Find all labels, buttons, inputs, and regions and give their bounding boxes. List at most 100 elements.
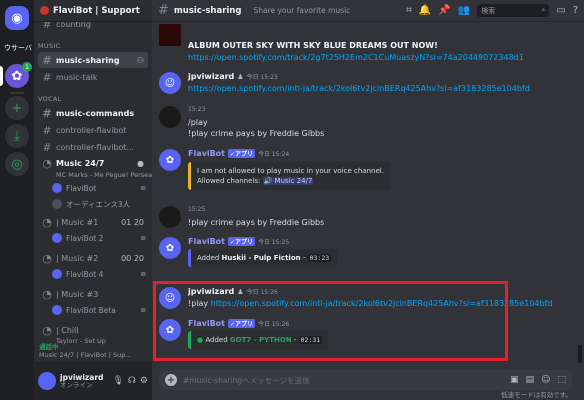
- add-member-icon[interactable]: ⚇: [137, 56, 144, 65]
- user-count: 00 20: [121, 253, 144, 263]
- voice-channel-music2[interactable]: ◔ | Music #2 00 20: [38, 250, 148, 266]
- channel-music-talk[interactable]: # music-talk: [38, 69, 148, 85]
- avatar: [52, 183, 62, 193]
- headphones-icon: [52, 199, 62, 209]
- pin-icon[interactable]: 📌: [438, 5, 450, 16]
- mute-icon[interactable]: 🎙: [112, 376, 123, 386]
- highlight-box: [153, 281, 508, 361]
- channel-topic[interactable]: Share your favorite music: [246, 6, 350, 15]
- embed: I am not allowed to play music in your v…: [188, 162, 390, 191]
- download-icon[interactable]: ⤓: [5, 124, 29, 148]
- flavibot-avatar[interactable]: ✿: [159, 149, 181, 171]
- headphones-icon[interactable]: ☊: [128, 376, 136, 386]
- voice-user[interactable]: FlaviBot 2 ⊘: [52, 231, 146, 245]
- embed-text: I am not allowed to play music in your v…: [197, 167, 384, 175]
- search-placeholder: 検索: [481, 6, 496, 15]
- voice-audience[interactable]: オーディエンス3人: [52, 197, 146, 211]
- gif-icon[interactable]: ▣: [510, 375, 519, 385]
- voice-channel-label: | Chill: [56, 325, 79, 335]
- gear-icon[interactable]: ⚙: [140, 376, 148, 386]
- voice-user[interactable]: FlaviBot ⊘: [52, 181, 146, 195]
- flavibot-avatar[interactable]: ✿: [159, 237, 181, 259]
- message-author[interactable]: jpviwizard ♟ 今日 15:23: [188, 72, 278, 81]
- discord-home-icon[interactable]: ◉: [5, 6, 29, 30]
- speaker-icon: ◔: [42, 215, 52, 229]
- voice-user[interactable]: FlaviBot 4 ⊘: [52, 267, 146, 281]
- message-author[interactable]: 15:25: [188, 206, 205, 213]
- user-names[interactable]: jpviwizard オンライン: [60, 373, 108, 390]
- threads-icon[interactable]: ⌗: [406, 5, 412, 16]
- message-text: !play crime pays by Freddie Gibbs: [188, 218, 325, 227]
- track-duration: 03:23: [307, 254, 332, 262]
- sticker-icon[interactable]: ▤: [526, 375, 535, 385]
- user-avatar[interactable]: [38, 372, 56, 390]
- message-author[interactable]: FlaviBot ✓アプリ 今日 15:25: [188, 237, 289, 246]
- apps-icon[interactable]: ⬚: [557, 375, 566, 385]
- channel-controller-flavibot-2[interactable]: # controller-flavibot...: [38, 139, 148, 155]
- track-title[interactable]: Huskii - Pulp Fiction: [222, 254, 301, 262]
- channel-list: # counting MUSIC # music-sharing ⚇ # music-t…: [34, 22, 152, 362]
- channel-controller-flavibot[interactable]: # controller-flavibot: [38, 122, 148, 138]
- hash-icon: #: [42, 22, 52, 31]
- chat-icon[interactable]: ●: [137, 159, 144, 168]
- message-composer[interactable]: + #music-sharingへメッセージを送信 ▣ ▤ ☺ ⬚: [159, 370, 572, 390]
- bell-icon[interactable]: 🔔: [419, 5, 431, 16]
- add-server-icon[interactable]: +: [5, 96, 29, 120]
- deafen-icon: ⊘: [140, 184, 146, 192]
- attach-plus-icon[interactable]: +: [165, 374, 177, 386]
- hash-icon: #: [42, 140, 52, 154]
- channel-music-commands[interactable]: # music-commands: [38, 105, 148, 121]
- hash-icon: #: [42, 123, 52, 137]
- channel-counting[interactable]: # counting: [38, 22, 148, 32]
- voice-connected-panel[interactable]: 通話中 Music 24/7 | FlaviBot | Sup...: [34, 340, 152, 359]
- deafen-icon: ⊘: [140, 234, 146, 242]
- message-link[interactable]: https://open.spotify.com/intl-ja/track/2…: [188, 84, 530, 93]
- embed: Added Huskii - Pulp Fiction - 03:23: [188, 249, 338, 268]
- explore-icon[interactable]: ◎: [5, 152, 29, 176]
- avatar[interactable]: [159, 106, 181, 128]
- channel-label: counting: [56, 22, 91, 29]
- search-input[interactable]: 検索 ⌕: [477, 4, 550, 17]
- avatar[interactable]: ☺: [159, 72, 181, 94]
- channel-mention[interactable]: 🔊 Music 24/7: [262, 177, 314, 186]
- voice-channel-music247[interactable]: ◔ Music 24/7 ●: [38, 155, 148, 171]
- voice-connected-sub: Music 24/7 | FlaviBot | Sup...: [39, 351, 132, 359]
- hash-icon: #: [158, 3, 169, 18]
- voice-channel-music1[interactable]: ◔ | Music #1 01 20: [38, 214, 148, 230]
- avatar[interactable]: [159, 206, 181, 228]
- voice-channel-chill[interactable]: ◔ | Chill: [38, 322, 148, 338]
- embed-text: Allowed channels: 🔊 Music 24/7: [197, 177, 314, 186]
- deafen-icon: ⊘: [140, 306, 146, 314]
- voice-user-name: オーディエンス3人: [66, 199, 131, 209]
- search-icon: ⌕: [541, 6, 546, 14]
- voice-channel-music3[interactable]: ◔ | Music #3: [38, 286, 148, 302]
- category-vocal[interactable]: VOCAL: [38, 95, 62, 103]
- members-icon[interactable]: 👥: [458, 5, 470, 16]
- speaker-icon: ◔: [42, 287, 52, 301]
- emoji-icon[interactable]: ☺: [541, 375, 550, 385]
- channel-label: controller-flavibot...: [56, 142, 135, 152]
- voice-connected-label: 通話中: [39, 343, 59, 351]
- slowmode-notice: 低速モードは有効です。: [501, 391, 572, 399]
- voice-channel-label: Music 24/7: [56, 158, 105, 168]
- help-icon[interactable]: ?: [573, 5, 578, 16]
- channel-music-sharing[interactable]: # music-sharing ⚇: [38, 52, 148, 68]
- avatar: [52, 269, 62, 279]
- guild-header[interactable]: FlaviBot | Support: [34, 0, 152, 22]
- voice-user[interactable]: FlaviBot Beta ⊘: [52, 303, 146, 317]
- hash-icon: #: [42, 70, 52, 84]
- channel-header: # music-sharing Share your favorite musi…: [152, 0, 584, 22]
- server-tooltip: ウサーバ: [4, 44, 32, 52]
- message-author[interactable]: 15:23: [188, 106, 205, 113]
- guild-name: FlaviBot | Support: [53, 5, 140, 16]
- inbox-icon[interactable]: ▭: [556, 5, 565, 16]
- channel-label: controller-flavibot: [56, 125, 127, 135]
- message-link[interactable]: https://open.spotify.com/track/2g7t25H2E…: [188, 53, 524, 62]
- message-author[interactable]: FlaviBot ✓アプリ 今日 15:24: [188, 149, 289, 158]
- scrollbar[interactable]: [578, 345, 582, 363]
- speaker-icon: ◔: [42, 323, 52, 337]
- category-music[interactable]: MUSIC: [38, 42, 60, 50]
- message-text: ALBUM OUTER SKY WITH SKY BLUE DREAMS OUT…: [188, 41, 438, 50]
- speaker-icon: ◔: [42, 251, 52, 265]
- avatar: [52, 305, 62, 315]
